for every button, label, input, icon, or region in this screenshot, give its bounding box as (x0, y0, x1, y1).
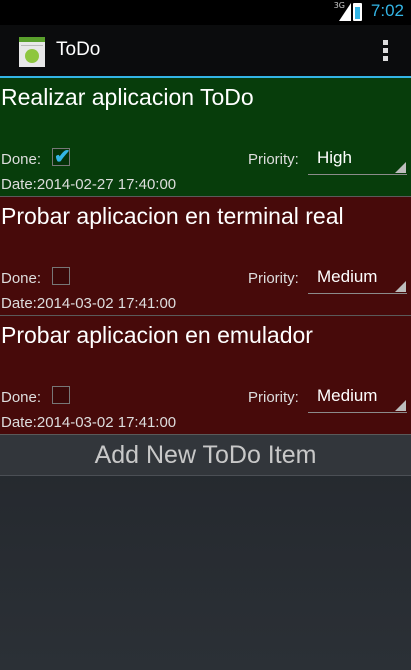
add-todo-button[interactable]: Add New ToDo Item (0, 434, 411, 476)
battery-icon (353, 3, 362, 21)
done-label: Done: (1, 270, 42, 287)
todo-item[interactable]: Realizar aplicacion ToDo Done: ✔ Priorit… (0, 78, 411, 197)
priority-value: Medium (317, 267, 378, 286)
priority-spinner[interactable]: Medium (308, 259, 407, 294)
signal-icon (339, 3, 351, 21)
priority-spinner[interactable]: High (308, 140, 407, 175)
dropdown-arrow-icon (395, 162, 406, 173)
todo-item[interactable]: Probar aplicacion en emulador Done: Prio… (0, 316, 411, 435)
priority-label: Priority: (248, 151, 299, 168)
dropdown-arrow-icon (395, 400, 406, 411)
todo-date: Date:2014-03-02 17:41:00 (1, 414, 177, 431)
app-icon[interactable] (19, 37, 45, 67)
todo-date: Date:2014-02-27 17:40:00 (1, 176, 177, 193)
todo-title: Probar aplicacion en emulador (1, 322, 313, 348)
done-checkbox[interactable]: ✔ (52, 146, 71, 168)
dropdown-arrow-icon (395, 281, 406, 292)
todo-title: Probar aplicacion en terminal real (1, 203, 344, 229)
checkmark-icon: ✔ (54, 146, 71, 168)
done-checkbox[interactable] (52, 267, 70, 285)
todo-date: Date:2014-03-02 17:41:00 (1, 295, 177, 312)
done-label: Done: (1, 151, 42, 168)
priority-value: Medium (317, 386, 378, 405)
priority-spinner[interactable]: Medium (308, 378, 407, 413)
app-title: ToDo (56, 39, 101, 60)
todo-title: Realizar aplicacion ToDo (1, 84, 254, 110)
priority-label: Priority: (248, 389, 299, 406)
action-bar: ToDo (0, 25, 411, 78)
priority-label: Priority: (248, 270, 299, 287)
todo-item[interactable]: Probar aplicacion en terminal real Done:… (0, 197, 411, 316)
done-label: Done: (1, 389, 42, 406)
overflow-menu-icon[interactable] (383, 40, 389, 64)
priority-value: High (317, 148, 352, 167)
clock: 7:02 (370, 1, 404, 20)
status-bar: 3G 7:02 (0, 0, 411, 25)
done-checkbox[interactable] (52, 386, 70, 404)
